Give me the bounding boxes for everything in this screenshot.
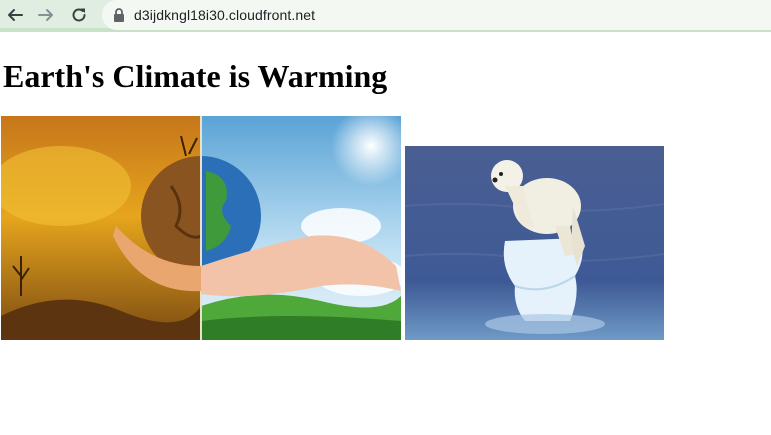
address-bar[interactable]: d3ijdkngl18i30.cloudfront.net (102, 0, 771, 30)
arrow-left-icon (6, 6, 24, 24)
arrow-right-icon (37, 6, 55, 24)
browser-toolbar: d3ijdkngl18i30.cloudfront.net (0, 0, 771, 32)
climate-image (1, 116, 401, 340)
url-text[interactable]: d3ijdkngl18i30.cloudfront.net (134, 7, 315, 23)
forward-button[interactable] (35, 4, 57, 26)
back-button[interactable] (4, 4, 26, 26)
polar-bear-image (405, 146, 664, 340)
reload-button[interactable] (68, 4, 90, 26)
reload-icon (70, 6, 88, 24)
lock-icon[interactable] (112, 7, 126, 23)
page-heading: Earth's Climate is Warming (3, 58, 388, 94)
